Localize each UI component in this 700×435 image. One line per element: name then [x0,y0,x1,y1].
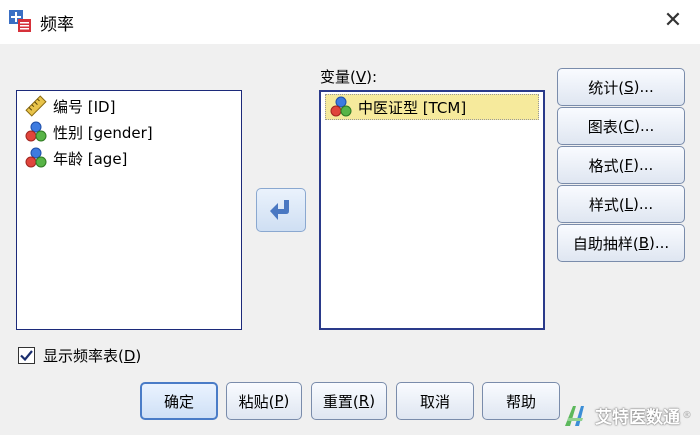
list-item[interactable]: 性别 [gender] [17,119,241,145]
paste-button[interactable]: 粘贴(P) [226,382,302,420]
format-button[interactable]: 格式(F)... [557,146,685,184]
title-bar: 频率 ✕ [0,0,700,44]
nominal-variable-icon [330,96,352,117]
list-item-label: 年龄 [age] [53,149,128,168]
list-item[interactable]: 年龄 [age] [17,145,241,171]
ok-button[interactable]: 确定 [140,382,218,420]
reset-button[interactable]: 重置(R) [311,382,387,420]
list-item[interactable]: 编号 [ID] [17,93,241,119]
nominal-variable-icon [25,147,47,168]
arrow-left-icon [270,200,289,220]
list-item-label: 编号 [ID] [53,97,116,116]
nominal-variable-icon [25,121,47,142]
list-item-label: 中医证型 [TCM] [358,98,467,117]
window-title: 频率 [40,15,74,35]
style-button[interactable]: 样式(L)... [557,185,685,223]
statistics-button[interactable]: 统计(S)... [557,68,685,106]
display-frequency-tables-checkbox[interactable]: 显示频率表(D) [18,345,141,366]
list-item-label: 性别 [gender] [53,123,153,142]
bootstrap-button[interactable]: 自助抽样(B)... [557,224,685,262]
ruler-scale-icon [25,95,47,117]
watermark: 艾特医数通 ® [563,402,692,428]
close-icon[interactable]: ✕ [660,8,686,34]
app-frequency-icon [9,10,31,32]
watermark-logo-icon [565,406,584,426]
source-variable-list[interactable]: 编号 [ID] 性别 [gender] 年龄 [age] [16,90,242,330]
variables-label: 变量(V): [320,68,378,86]
cancel-button[interactable]: 取消 [396,382,474,420]
checkbox-label: 显示频率表(D) [43,347,142,365]
move-variable-button[interactable] [256,188,306,232]
list-item[interactable]: 中医证型 [TCM] [325,94,539,120]
charts-button[interactable]: 图表(C)... [557,107,685,145]
checkbox-box[interactable] [18,347,35,364]
checkmark-icon [20,350,33,362]
help-button[interactable]: 帮助 [482,382,560,420]
target-variable-list[interactable]: 中医证型 [TCM] [319,90,545,330]
